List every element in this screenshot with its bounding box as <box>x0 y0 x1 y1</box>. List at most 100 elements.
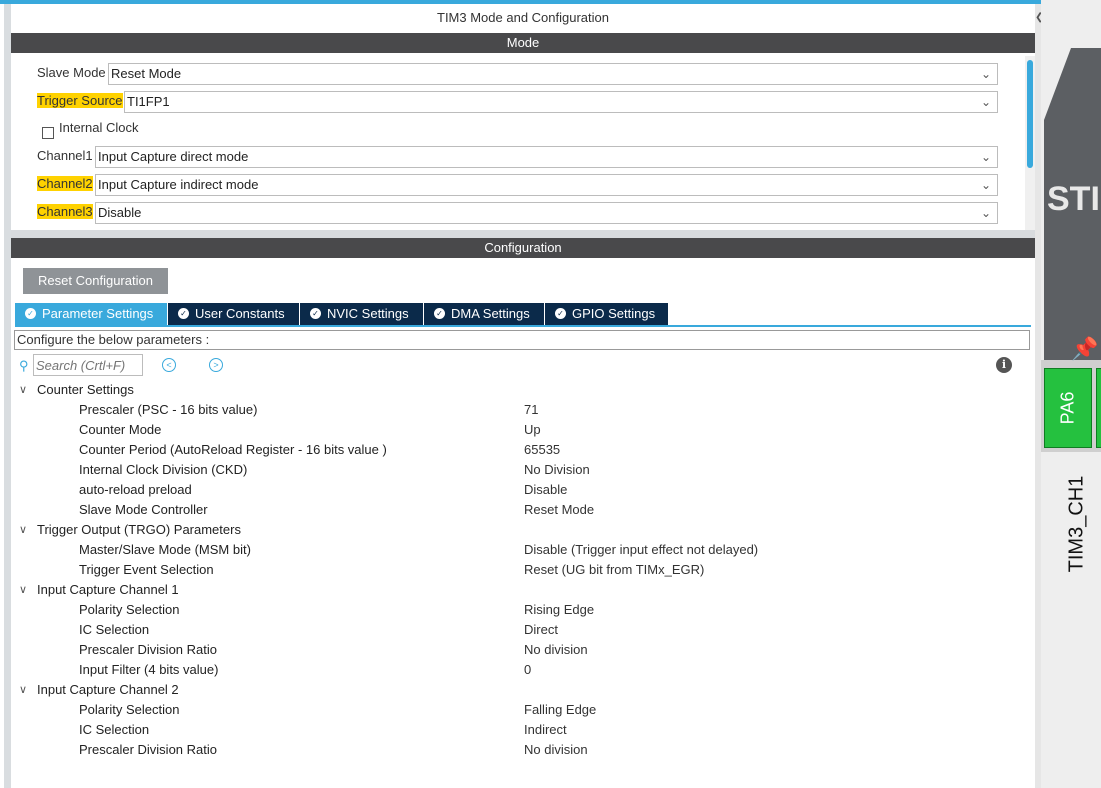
parameter-row[interactable]: Prescaler (PSC - 16 bits value) 71 <box>11 400 1021 420</box>
check-circle-icon: ✓ <box>555 308 566 320</box>
chevron-down-icon: ⌄ <box>980 178 991 192</box>
parameter-value[interactable]: Up <box>524 420 541 440</box>
parameter-value[interactable]: Falling Edge <box>524 700 596 720</box>
panel-title: TIM3 Mode and Configuration <box>437 10 609 25</box>
parameter-value[interactable]: No Division <box>524 460 590 480</box>
pushpin-icon[interactable]: 📌 <box>1071 336 1101 366</box>
parameter-name: Prescaler Division Ratio <box>79 742 217 757</box>
tab-label: GPIO Settings <box>572 306 656 321</box>
tab-user-constants[interactable]: ✓ User Constants <box>168 303 299 325</box>
parameter-name: Internal Clock Division (CKD) <box>79 462 248 477</box>
trigger-source-value: TI1FP1 <box>127 94 170 109</box>
tab-nvic-settings[interactable]: ✓ NVIC Settings <box>300 303 423 325</box>
parameter-value[interactable]: No division <box>524 740 588 760</box>
info-icon[interactable]: i <box>996 357 1012 373</box>
next-result-icon[interactable]: > <box>209 358 223 372</box>
previous-result-icon[interactable]: < <box>162 358 176 372</box>
tab-gpio-settings[interactable]: ✓ GPIO Settings <box>545 303 668 325</box>
configuration-section-header[interactable]: Configuration <box>11 238 1035 258</box>
mode-scrollbar-thumb[interactable] <box>1027 60 1033 168</box>
parameter-name: Trigger Event Selection <box>79 562 214 577</box>
chip-view: STI 📌 PA6 TIM3_CH1 <box>1041 0 1101 788</box>
pin-signal-label: TIM3_CH1 <box>1065 475 1088 573</box>
parameter-name: IC Selection <box>79 622 150 637</box>
parameter-name: Polarity Selection <box>79 602 180 617</box>
parameter-row[interactable]: auto-reload preload Disable <box>11 480 1021 500</box>
parameter-value[interactable]: Reset (UG bit from TIMx_EGR) <box>524 560 704 580</box>
slave-mode-label: Slave Mode <box>37 65 106 80</box>
channel1-value: Input Capture direct mode <box>98 149 249 164</box>
parameter-value[interactable]: 71 <box>524 400 538 420</box>
parameter-name: Slave Mode Controller <box>79 502 208 517</box>
chevron-down-icon: ⌄ <box>980 95 991 109</box>
tree-group-label: Input Capture Channel 2 <box>37 682 179 697</box>
channel1-select[interactable]: Input Capture direct mode ⌄ <box>95 146 998 168</box>
chevron-down-icon: ⌄ <box>980 206 991 220</box>
parameter-value[interactable]: Disable <box>524 480 567 500</box>
channel3-label: Channel3 <box>37 204 93 219</box>
parameter-row[interactable]: Internal Clock Division (CKD) No Division <box>11 460 1021 480</box>
tree-group[interactable]: ∨ Trigger Output (TRGO) Parameters <box>11 520 1021 540</box>
parameter-row[interactable]: IC Selection Indirect <box>11 720 1021 740</box>
tree-group[interactable]: ∨ Counter Settings <box>11 380 1021 400</box>
parameter-row[interactable]: Slave Mode Controller Reset Mode <box>11 500 1021 520</box>
parameter-value[interactable]: 65535 <box>524 440 560 460</box>
parameter-row[interactable]: Trigger Event Selection Reset (UG bit fro… <box>11 560 1021 580</box>
chevron-down-icon: ⌄ <box>980 150 991 164</box>
parameter-row[interactable]: Polarity Selection Falling Edge <box>11 700 1021 720</box>
parameter-value[interactable]: Direct <box>524 620 558 640</box>
parameter-value[interactable]: Reset Mode <box>524 500 594 520</box>
tree-group[interactable]: ∨ Input Capture Channel 1 <box>11 580 1021 600</box>
parameter-row[interactable]: Master/Slave Mode (MSM bit) Disable (Trig… <box>11 540 1021 560</box>
reset-configuration-button[interactable]: Reset Configuration <box>23 268 168 294</box>
tree-group-label: Input Capture Channel 1 <box>37 582 179 597</box>
parameter-row[interactable]: Polarity Selection Rising Edge <box>11 600 1021 620</box>
left-scroll-gutter <box>4 4 11 788</box>
mode-scrollbar[interactable] <box>1025 56 1035 232</box>
check-circle-icon: ✓ <box>178 308 189 320</box>
tab-dma-settings[interactable]: ✓ DMA Settings <box>424 303 544 325</box>
chevron-down-icon[interactable]: ∨ <box>19 380 27 400</box>
chip-label: STI <box>1047 180 1100 218</box>
chevron-down-icon[interactable]: ∨ <box>19 580 27 600</box>
slave-mode-value: Reset Mode <box>111 66 182 81</box>
parameter-row[interactable]: Prescaler Division Ratio No division <box>11 640 1021 660</box>
mode-resize-divider[interactable] <box>11 230 1035 238</box>
channel2-label-wrap: Channel2 <box>37 174 93 194</box>
parameter-name: Master/Slave Mode (MSM bit) <box>79 542 251 557</box>
parameter-row[interactable]: Counter Period (AutoReload Register - 16… <box>11 440 1021 460</box>
tree-group-label: Counter Settings <box>37 382 134 397</box>
tab-parameter-settings[interactable]: ✓ Parameter Settings <box>15 303 167 325</box>
chevron-down-icon[interactable]: ∨ <box>19 680 27 700</box>
parameter-row[interactable]: IC Selection Direct <box>11 620 1021 640</box>
check-circle-icon: ✓ <box>434 308 445 320</box>
parameter-row[interactable]: Counter Mode Up <box>11 420 1021 440</box>
parameter-name: Input Filter (4 bits value) <box>79 662 219 677</box>
parameter-row[interactable]: Prescaler Division Ratio No division <box>11 740 1021 760</box>
parameter-name: Prescaler (PSC - 16 bits value) <box>79 402 258 417</box>
mode-section-header[interactable]: Mode <box>11 33 1035 53</box>
tab-label: User Constants <box>195 306 285 321</box>
parameter-row[interactable]: Input Filter (4 bits value) 0 <box>11 660 1021 680</box>
parameter-name: Prescaler Division Ratio <box>79 642 217 657</box>
slave-mode-select[interactable]: Reset Mode ⌄ <box>108 63 998 85</box>
pin-adjacent[interactable] <box>1096 368 1101 448</box>
pin-pa6[interactable]: PA6 <box>1044 368 1092 448</box>
parameter-value[interactable]: Rising Edge <box>524 600 594 620</box>
parameter-value[interactable]: Disable (Trigger input effect not delaye… <box>524 540 758 560</box>
internal-clock-checkbox[interactable] <box>42 127 54 139</box>
channel1-label: Channel1 <box>37 148 93 163</box>
search-input[interactable] <box>33 354 143 376</box>
tab-underline <box>15 325 1031 327</box>
tree-group[interactable]: ∨ Input Capture Channel 2 <box>11 680 1021 700</box>
parameter-value[interactable]: Indirect <box>524 720 567 740</box>
chevron-down-icon[interactable]: ∨ <box>19 520 27 540</box>
channel2-select[interactable]: Input Capture indirect mode ⌄ <box>95 174 998 196</box>
channel3-select[interactable]: Disable ⌄ <box>95 202 998 224</box>
parameter-name: Counter Period (AutoReload Register - 16… <box>79 442 387 457</box>
parameter-value[interactable]: No division <box>524 640 588 660</box>
trigger-source-select[interactable]: TI1FP1 ⌄ <box>124 91 998 113</box>
parameter-value[interactable]: 0 <box>524 660 531 680</box>
parameter-name: auto-reload preload <box>79 482 192 497</box>
channel2-value: Input Capture indirect mode <box>98 177 259 192</box>
